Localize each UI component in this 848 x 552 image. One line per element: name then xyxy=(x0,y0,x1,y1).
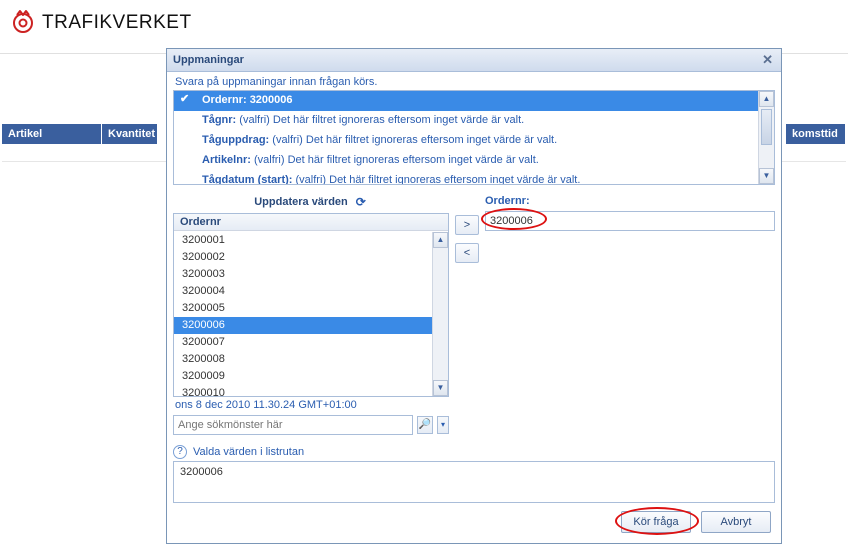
values-timestamp: ons 8 dec 2010 11.30.24 GMT+01:00 xyxy=(173,397,449,413)
prompt-field: Tåguppdrag: xyxy=(202,134,269,146)
update-values-header[interactable]: Uppdatera värden ⟳ xyxy=(173,193,449,213)
list-item[interactable]: 3200009 xyxy=(174,368,432,385)
prompt-item[interactable]: Ordernr: 3200006 xyxy=(174,91,758,111)
brand-name: TRAFIKVERKET xyxy=(42,12,192,34)
prompt-desc: (valfri) Det här filtret ignoreras efter… xyxy=(239,114,524,126)
prompt-field: Artikelnr: xyxy=(202,154,251,166)
page-header: TRAFIKVERKET xyxy=(0,0,848,54)
prompt-item[interactable]: Tågdatum (start): (valfri) Det här filtr… xyxy=(174,171,758,184)
values-scrollbar[interactable]: ▲ ▼ xyxy=(432,232,448,396)
target-label: Ordernr: xyxy=(485,193,775,211)
scroll-thumb[interactable] xyxy=(761,109,772,145)
col-komsttid: komsttid xyxy=(786,124,846,144)
scroll-down-icon[interactable]: ▼ xyxy=(433,380,448,396)
cancel-button[interactable]: Avbryt xyxy=(701,511,771,533)
list-item[interactable]: 3200005 xyxy=(174,300,432,317)
prompt-field: Tågnr: xyxy=(202,114,236,126)
transfer-arrows: > < xyxy=(455,193,479,263)
list-item[interactable]: 3200007 xyxy=(174,334,432,351)
dialog-footer: Kör fråga Avbryt xyxy=(167,503,781,543)
selected-values-box[interactable]: 3200006 xyxy=(173,461,775,503)
selected-values-text: 3200006 xyxy=(180,466,223,478)
prompt-desc: (valfri) Det här filtret ignoreras efter… xyxy=(254,154,539,166)
values-list: Ordernr 32000013200002320000332000043200… xyxy=(173,213,449,397)
crown-icon xyxy=(10,8,36,37)
prompt-item[interactable]: Artikelnr: (valfri) Det här filtret igno… xyxy=(174,151,758,171)
prompt-item[interactable]: Tåguppdrag: (valfri) Det här filtret ign… xyxy=(174,131,758,151)
brand-logo: TRAFIKVERKET xyxy=(10,8,192,37)
list-item[interactable]: 3200004 xyxy=(174,283,432,300)
prompt-field: Tågdatum (start): xyxy=(202,174,292,184)
mid-panel: Uppdatera värden ⟳ Ordernr 3200001320000… xyxy=(173,193,775,435)
close-icon[interactable]: ✕ xyxy=(760,52,775,68)
list-item[interactable]: 3200010 xyxy=(174,385,432,396)
prompt-scrollbar[interactable]: ▲ ▼ xyxy=(758,91,774,184)
prompt-list: Ordernr: 3200006Tågnr: (valfri) Det här … xyxy=(173,90,775,185)
list-item[interactable]: 3200003 xyxy=(174,266,432,283)
selected-values-header: ? Valda värden i listrutan xyxy=(173,445,775,459)
move-right-button[interactable]: > xyxy=(455,215,479,235)
target-panel: Ordernr: xyxy=(485,193,775,231)
dialog-subtitle: Svara på uppmaningar innan frågan körs. xyxy=(167,72,781,90)
scroll-down-icon[interactable]: ▼ xyxy=(759,168,774,184)
values-panel: Uppdatera värden ⟳ Ordernr 3200001320000… xyxy=(173,193,449,435)
scroll-up-icon[interactable]: ▲ xyxy=(433,232,448,248)
col-artikel: Artikel xyxy=(2,124,102,144)
col-kvantitet: Kvantitet xyxy=(102,124,158,144)
prompt-value: 3200006 xyxy=(250,94,293,106)
help-icon[interactable]: ? xyxy=(173,445,187,459)
dialog-titlebar[interactable]: Uppmaningar ✕ xyxy=(167,49,781,72)
search-input[interactable] xyxy=(173,415,413,435)
prompt-item[interactable]: Tågnr: (valfri) Det här filtret ignorera… xyxy=(174,111,758,131)
list-item[interactable]: 3200006 xyxy=(174,317,432,334)
binoculars-icon[interactable]: 🔎 xyxy=(417,416,433,434)
prompts-dialog: Uppmaningar ✕ Svara på uppmaningar innan… xyxy=(166,48,782,544)
refresh-icon[interactable]: ⟳ xyxy=(354,195,368,209)
list-item[interactable]: 3200002 xyxy=(174,249,432,266)
search-row: 🔎 ▾ xyxy=(173,415,449,435)
run-query-button[interactable]: Kör fråga xyxy=(621,511,691,533)
update-values-label: Uppdatera värden xyxy=(254,196,348,208)
search-dropdown-icon[interactable]: ▾ xyxy=(437,416,449,434)
prompt-desc: (valfri) Det här filtret ignoreras efter… xyxy=(296,174,581,184)
move-left-button[interactable]: < xyxy=(455,243,479,263)
values-col-header[interactable]: Ordernr xyxy=(174,214,448,231)
prompt-field: Ordernr: xyxy=(202,94,247,106)
prompt-desc: (valfri) Det här filtret ignoreras efter… xyxy=(272,134,557,146)
selected-values-label: Valda värden i listrutan xyxy=(193,446,304,458)
list-item[interactable]: 3200001 xyxy=(174,232,432,249)
list-item[interactable]: 3200008 xyxy=(174,351,432,368)
dialog-title-text: Uppmaningar xyxy=(173,54,244,66)
ordernr-input[interactable] xyxy=(485,211,775,231)
scroll-up-icon[interactable]: ▲ xyxy=(759,91,774,107)
